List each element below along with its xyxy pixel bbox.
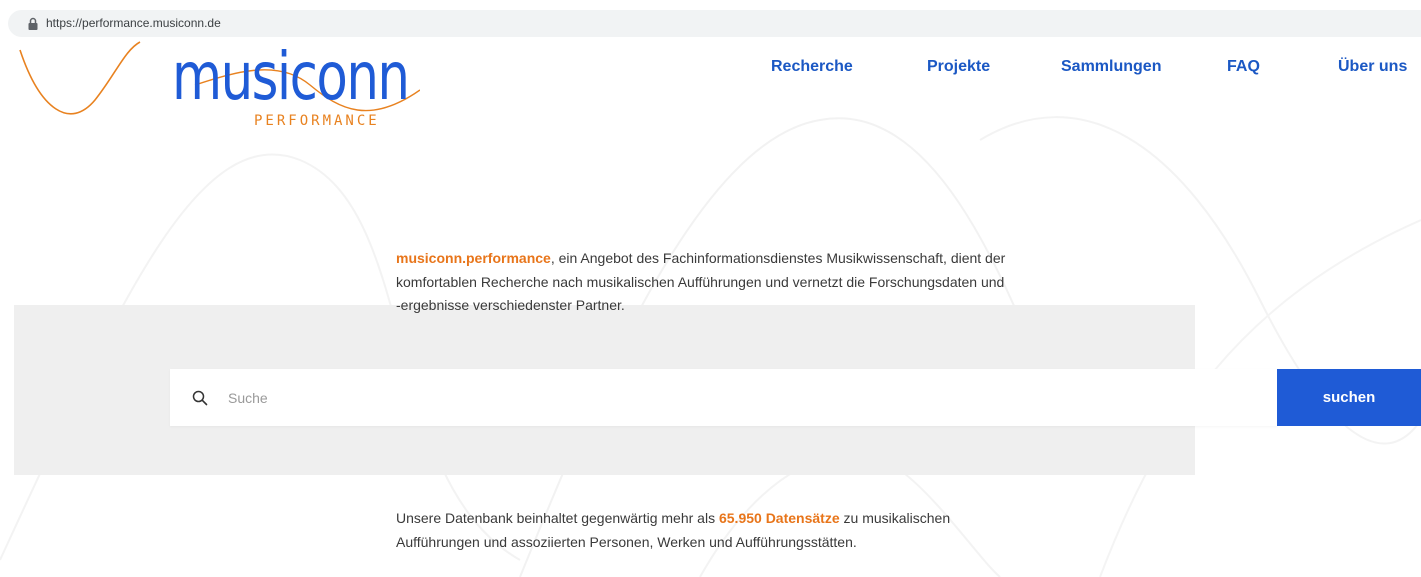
nav-item-projekte[interactable]: Projekte xyxy=(927,58,990,76)
brand-name: musiconn.performance xyxy=(396,250,551,266)
nav-item-ueber-uns[interactable]: Über uns xyxy=(1338,58,1407,76)
url-text[interactable]: https://performance.musiconn.de xyxy=(46,16,221,30)
nav-item-faq[interactable]: FAQ xyxy=(1227,58,1260,76)
db-text-before: Unsere Datenbank beinhaltet gegenwärtig … xyxy=(396,510,719,526)
search-input[interactable] xyxy=(228,369,1258,426)
main-navigation: Recherche Projekte Sammlungen FAQ Über u… xyxy=(0,58,1421,82)
nav-item-sammlungen[interactable]: Sammlungen xyxy=(1061,58,1161,76)
search-button[interactable]: suchen xyxy=(1277,369,1421,426)
search-box xyxy=(170,369,1277,426)
lock-icon xyxy=(28,17,38,30)
nav-item-recherche[interactable]: Recherche xyxy=(771,58,853,76)
page: https://performance.musiconn.de musiconn… xyxy=(0,0,1421,577)
logo-subtitle: PERFORMANCE xyxy=(254,113,380,129)
search-icon xyxy=(192,390,208,406)
intro-paragraph: musiconn.performance, ein Angebot des Fa… xyxy=(396,247,1006,318)
record-count: 65.950 Datensätze xyxy=(718,510,840,526)
database-info-paragraph: Unsere Datenbank beinhaltet gegenwärtig … xyxy=(396,507,976,554)
